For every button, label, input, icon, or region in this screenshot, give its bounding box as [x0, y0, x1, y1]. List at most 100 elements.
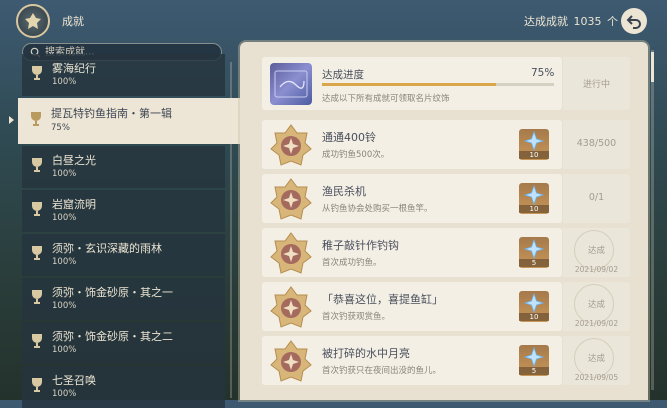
- category-cup-icon: [32, 334, 42, 348]
- category-cup-icon: [32, 66, 42, 80]
- category-cup-icon: [32, 246, 42, 260]
- achievement-medal-icon: [269, 123, 313, 167]
- top-bar: 成就 达成成就 1035 个: [0, 0, 667, 42]
- category-item[interactable]: 白昼之光 100%: [22, 146, 225, 188]
- achievement-description: 首次钓获观赏鱼。: [322, 312, 391, 322]
- progress-bar: [322, 83, 554, 86]
- achievement-name: 渔民杀机: [322, 185, 366, 198]
- progress-title: 达成进度: [322, 69, 364, 81]
- category-name: 岩窟流明: [52, 198, 96, 211]
- achievement-medal-icon: [269, 285, 313, 329]
- achievement-name: 通通400铃: [322, 131, 376, 144]
- achievement-description: 首次钓获只在夜间出没的鱼儿。: [322, 366, 442, 376]
- completed-stamp-icon: 达成: [568, 338, 620, 378]
- category-name: 雾海纪行: [52, 62, 96, 75]
- progress-status-label: 进行中: [582, 80, 610, 90]
- achievement-medal-icon: [269, 231, 313, 275]
- achievement-medal-icon: [269, 339, 313, 383]
- category-item[interactable]: 七圣召唤 100%: [22, 366, 225, 408]
- category-percent: 100%: [52, 301, 77, 311]
- category-percent: 100%: [52, 213, 77, 223]
- achievement-name: 「恭喜这位，喜提鱼缸」: [322, 293, 443, 306]
- progress-bar-fill: [322, 83, 496, 86]
- completed-label: 达成: [587, 246, 605, 256]
- category-name: 七圣召唤: [52, 374, 96, 387]
- achievement-emblem-icon: [16, 4, 50, 38]
- category-cup-icon: [31, 112, 41, 126]
- completed-stamp-icon: 达成: [568, 230, 620, 270]
- back-arrow-icon: [626, 15, 641, 29]
- category-percent: 100%: [52, 169, 77, 179]
- achievement-medal-icon: [269, 177, 313, 221]
- progress-status: 进行中: [563, 57, 630, 110]
- reward-amount: 10: [519, 313, 549, 321]
- completed-label: 达成: [587, 300, 605, 310]
- achievement-status: 0/1: [563, 174, 630, 223]
- achievement-row[interactable]: 「恭喜这位，喜提鱼缸」 首次钓获观赏鱼。 10: [262, 282, 562, 331]
- completed-date: 2021/09/05: [574, 373, 619, 382]
- category-name: 须弥・饰金砂原・其之一: [52, 286, 173, 299]
- reward-amount: 5: [519, 367, 549, 375]
- category-percent: 100%: [52, 345, 77, 355]
- category-cup-icon: [32, 158, 42, 172]
- category-percent: 100%: [52, 77, 77, 87]
- panel-scroll-thumb[interactable]: [651, 52, 654, 82]
- achievement-name: 稚子敲针作钓钩: [322, 239, 399, 252]
- achievement-status: 438/500: [563, 120, 630, 169]
- progress-percent: 75%: [531, 67, 555, 79]
- achievement-status: 达成 2021/09/05: [563, 336, 630, 385]
- total-unit: 个: [607, 15, 618, 28]
- category-item[interactable]: 须弥・饰金砂原・其之二 100%: [22, 322, 225, 364]
- achievement-status: 达成 2021/09/02: [563, 228, 630, 277]
- page-title: 成就: [62, 15, 84, 28]
- completed-label: 达成: [587, 354, 605, 364]
- achievement-row[interactable]: 被打碎的水中月亮首次钓获只在夜间出没的鱼儿。 5: [262, 336, 562, 385]
- category-cup-icon: [32, 290, 42, 304]
- reward-amount: 5: [519, 259, 549, 267]
- primogem-reward: 10: [519, 291, 549, 322]
- category-percent: 100%: [52, 389, 77, 399]
- category-percent: 100%: [52, 257, 77, 267]
- category-item-selected[interactable]: 提瓦特钓鱼指南・第一辑 75%: [18, 98, 248, 144]
- completed-stamp-icon: 达成: [568, 284, 620, 324]
- category-item[interactable]: 须弥・饰金砂原・其之一 100%: [22, 278, 225, 320]
- achievement-name: 被打碎的水中月亮: [322, 347, 410, 360]
- achievement-total: 达成成就 1035 个: [522, 13, 618, 29]
- achievement-progress-count: 0/1: [588, 192, 605, 203]
- selected-marker-icon: [9, 116, 14, 124]
- achievement-row[interactable]: 通通400铃成功钓鱼500次。 10: [262, 120, 562, 169]
- category-item[interactable]: 须弥・玄识深藏的雨林 100%: [22, 234, 225, 276]
- reward-amount: 10: [519, 151, 549, 159]
- category-name: 提瓦特钓鱼指南・第一辑: [51, 107, 172, 120]
- total-label: 达成成就: [524, 15, 568, 28]
- namecard-icon: [270, 63, 312, 105]
- primogem-reward: 5: [519, 237, 549, 268]
- achievement-row[interactable]: 渔民杀机从钓鱼协会处购买一根鱼竿。 10: [262, 174, 562, 223]
- category-item[interactable]: 岩窟流明 100%: [22, 190, 225, 232]
- primogem-reward: 10: [519, 183, 549, 214]
- reward-amount: 10: [519, 205, 549, 213]
- achievement-description: 首次成功钓鱼。: [322, 258, 382, 268]
- category-name: 白昼之光: [52, 154, 96, 167]
- category-name: 须弥・玄识深藏的雨林: [52, 242, 162, 255]
- achievement-description: 成功钓鱼500次。: [322, 150, 390, 160]
- primogem-reward: 5: [519, 345, 549, 376]
- completed-date: 2021/09/02: [574, 319, 619, 328]
- back-button[interactable]: [621, 8, 647, 34]
- primogem-reward: 10: [519, 129, 549, 160]
- achievement-description: 从钓鱼协会处购买一根鱼竿。: [322, 204, 433, 214]
- category-list: 雾海纪行 100% 提瓦特钓鱼指南・第一辑 75% 白昼之光 100% 岩窟流明…: [18, 54, 248, 408]
- achievement-progress-count: 438/500: [576, 138, 617, 149]
- category-cup-icon: [32, 378, 42, 392]
- achievement-status: 达成 2021/09/02: [563, 282, 630, 331]
- category-cup-icon: [32, 202, 42, 216]
- category-scroll-thumb[interactable]: [230, 98, 232, 132]
- panel-scrollbar[interactable]: [651, 50, 654, 390]
- completed-date: 2021/09/02: [574, 265, 619, 274]
- category-name: 须弥・饰金砂原・其之二: [52, 330, 173, 343]
- progress-description: 达成以下所有成就可领取名片纹饰: [322, 94, 450, 104]
- category-item[interactable]: 雾海纪行 100%: [22, 54, 225, 96]
- achievement-row[interactable]: 稚子敲针作钓钩 首次成功钓鱼。 5: [262, 228, 562, 277]
- category-percent: 75%: [51, 123, 70, 133]
- progress-card: 达成进度 75% 达成以下所有成就可领取名片纹饰: [262, 57, 562, 110]
